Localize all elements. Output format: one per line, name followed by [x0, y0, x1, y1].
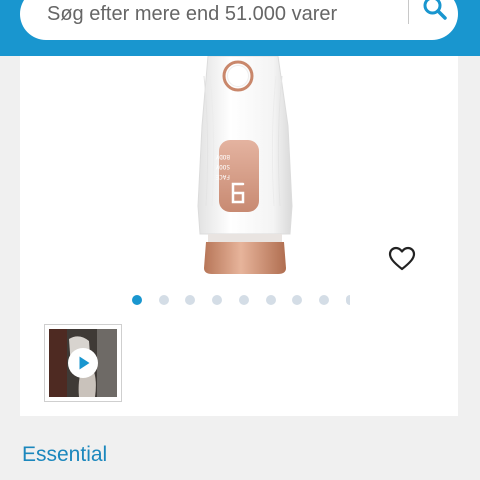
pagination-dot[interactable] — [265, 295, 276, 305]
product-image[interactable]: BODY SOOY FACE — [180, 56, 300, 276]
heart-outline-icon — [388, 246, 416, 271]
search-button[interactable] — [412, 0, 458, 28]
play-icon — [68, 348, 98, 378]
search-bar — [20, 0, 458, 40]
pagination-dot[interactable] — [238, 295, 249, 305]
pagination-dot-active[interactable] — [132, 295, 142, 305]
image-pagination — [20, 294, 458, 306]
pagination-dot[interactable] — [345, 295, 350, 305]
svg-text:FACE: FACE — [215, 173, 230, 180]
pagination-dot[interactable] — [158, 295, 169, 305]
favorite-button[interactable] — [387, 244, 417, 274]
search-input[interactable] — [47, 0, 387, 28]
app-header — [0, 0, 480, 56]
pagination-dot[interactable] — [185, 295, 196, 305]
pagination-dot[interactable] — [318, 295, 329, 305]
svg-text:BODY: BODY — [215, 153, 230, 160]
thumbnail-image — [49, 329, 117, 397]
brand-link[interactable]: Essential — [22, 442, 107, 468]
svg-text:SOOY: SOOY — [215, 163, 230, 170]
video-thumbnail[interactable] — [44, 324, 122, 402]
pagination-dot[interactable] — [212, 295, 223, 305]
search-divider — [408, 0, 409, 24]
search-icon — [423, 0, 447, 20]
product-card: BODY SOOY FACE — [20, 56, 458, 416]
pagination-dot[interactable] — [292, 295, 303, 305]
